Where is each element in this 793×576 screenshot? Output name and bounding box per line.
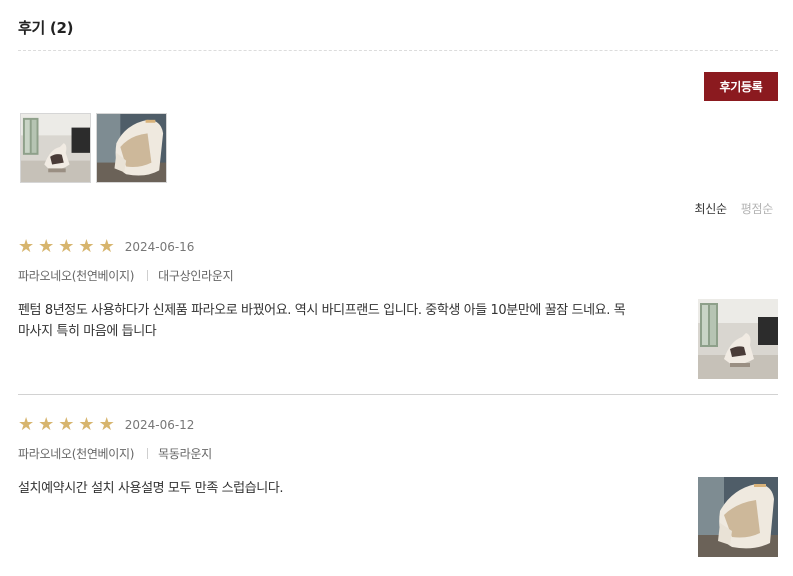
meta-divider xyxy=(147,448,149,459)
gallery-thumb-2[interactable] xyxy=(96,113,167,183)
store-name: 대구상인라운지 xyxy=(158,269,234,283)
meta-divider xyxy=(147,270,149,281)
review-text: 설치예약시간 설치 사용설명 모두 만족 스럽습니다. xyxy=(18,481,284,496)
register-review-button[interactable]: 후기등록 xyxy=(704,72,778,101)
review-photo-2[interactable] xyxy=(698,477,778,557)
massage-chair-living-room-photo xyxy=(21,114,90,182)
star-icon: ★ xyxy=(98,236,115,257)
review-meta: 파라오네오(천연베이지) 대구상인라운지 xyxy=(18,267,234,284)
review-meta: 파라오네오(천연베이지) 목동라운지 xyxy=(18,445,212,462)
star-icon: ★ xyxy=(18,236,35,257)
star-icon: ★ xyxy=(78,414,95,435)
star-icon: ★ xyxy=(98,414,115,435)
product-name: 파라오네오(천연베이지) xyxy=(18,447,135,461)
star-rating: ★ ★ ★ ★ ★ 2024-06-12 xyxy=(18,415,778,435)
review-date: 2024-06-12 xyxy=(124,418,195,432)
gallery-thumb-1[interactable] xyxy=(20,113,91,183)
massage-chair-living-room-photo xyxy=(698,299,778,379)
review-divider xyxy=(18,394,778,395)
review-item-2: ★ ★ ★ ★ ★ 2024-06-12 파라오네오(천연베이지) 목동라운지 … xyxy=(18,415,778,557)
star-icon: ★ xyxy=(58,414,75,435)
store-name: 목동라운지 xyxy=(158,447,212,461)
star-icon: ★ xyxy=(78,236,95,257)
review-item-1: ★ ★ ★ ★ ★ 2024-06-16 파라오네오(천연베이지) 대구상인라운… xyxy=(18,237,778,379)
star-rating: ★ ★ ★ ★ ★ 2024-06-16 xyxy=(18,237,778,257)
star-icon: ★ xyxy=(38,414,55,435)
sort-latest[interactable]: 최신순 xyxy=(695,200,728,217)
product-name: 파라오네오(천연베이지) xyxy=(18,269,135,283)
massage-chair-closeup-photo xyxy=(97,114,166,182)
review-text: 펜텀 8년정도 사용하다가 신제품 파라오로 바꿨어요. 역시 바디프랜드 입니… xyxy=(18,303,626,339)
sort-bar: 최신순 평점순 xyxy=(695,200,774,217)
star-icon: ★ xyxy=(38,236,55,257)
review-photo-1[interactable] xyxy=(698,299,778,379)
star-icon: ★ xyxy=(18,414,35,435)
sort-rating[interactable]: 평점순 xyxy=(741,200,774,217)
review-section-title: 후기 (2) xyxy=(18,19,74,37)
star-icon: ★ xyxy=(58,236,75,257)
title-divider xyxy=(18,50,778,51)
massage-chair-closeup-photo xyxy=(698,477,778,557)
review-date: 2024-06-16 xyxy=(124,240,195,254)
